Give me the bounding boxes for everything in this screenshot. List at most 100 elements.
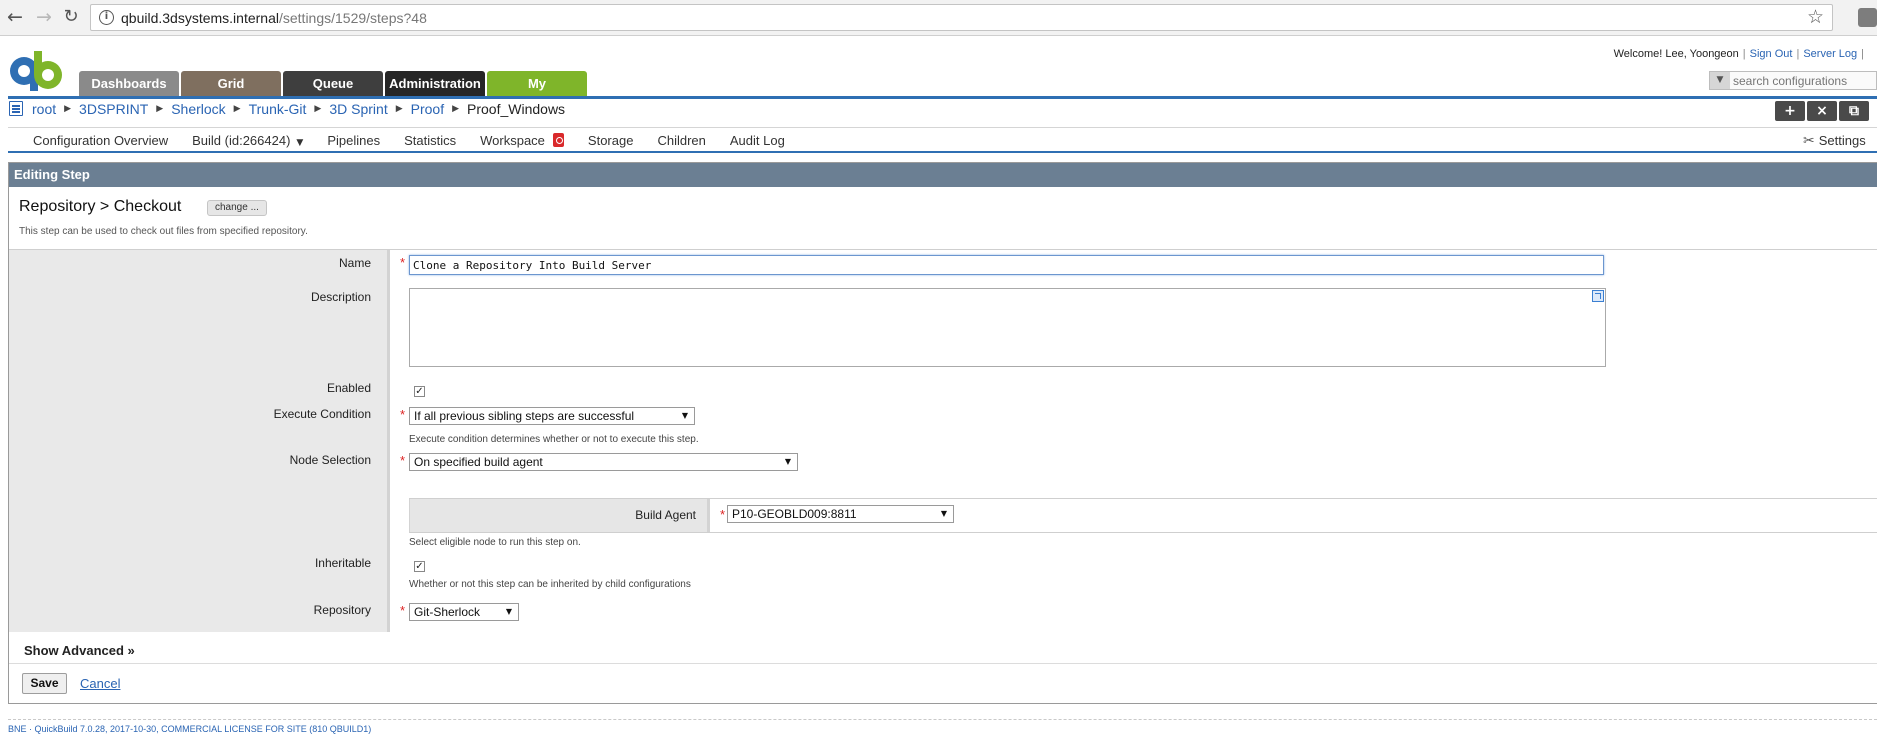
workspace-lock-icon[interactable] <box>552 133 564 147</box>
url-text[interactable]: qbuild.3dsystems.internal/settings/1529/… <box>121 10 427 26</box>
footer-divider <box>8 719 1877 720</box>
node-selection-hint: Select eligible node to run this step on… <box>409 537 581 548</box>
breadcrumb-current: Proof_Windows <box>467 101 566 117</box>
tab-queue[interactable]: Queue <box>283 71 383 96</box>
header-divider <box>8 96 1877 99</box>
subnav-configuration-overview[interactable]: Configuration Overview <box>33 133 168 148</box>
execute-condition-label: Execute Condition <box>273 407 371 421</box>
required-marker: * <box>400 453 406 468</box>
arrow-right-icon[interactable]: → <box>33 6 55 28</box>
subnav-audit-log[interactable]: Audit Log <box>730 133 785 148</box>
required-marker: * <box>400 407 406 422</box>
chevron-down-icon: ▼ <box>940 509 947 518</box>
step-form: Name * Description Enabled ✓ Execute Con… <box>9 249 1877 632</box>
reload-icon[interactable]: ↻ <box>60 6 82 28</box>
sign-out-link[interactable]: Sign Out <box>1750 48 1793 60</box>
server-log-link[interactable]: Server Log <box>1803 48 1857 60</box>
config-list-icon[interactable] <box>9 101 23 116</box>
arrow-left-icon[interactable]: ← <box>4 6 26 28</box>
subnav-statistics[interactable]: Statistics <box>404 133 456 148</box>
chevron-down-icon: ▼ <box>505 607 512 616</box>
repository-select[interactable]: Git-Sherlock ▼ <box>409 603 519 621</box>
breadcrumb-3dsprint[interactable]: 3DSPRINT <box>79 101 148 117</box>
welcome-text: Welcome! Lee, Yoongeon <box>1613 48 1739 60</box>
subnav-children[interactable]: Children <box>657 133 705 148</box>
name-field[interactable] <box>409 255 1604 275</box>
required-marker: * <box>400 603 406 618</box>
tools-icon: ✂ <box>1803 133 1815 149</box>
quickbuild-logo[interactable] <box>8 51 64 91</box>
inheritable-checkbox[interactable]: ✓ <box>414 561 425 572</box>
breadcrumb-sherlock[interactable]: Sherlock <box>171 101 225 117</box>
panel-title: Editing Step <box>9 163 1877 187</box>
expand-editor-icon[interactable] <box>1592 290 1604 302</box>
build-agent-label-column: Build Agent <box>409 499 710 532</box>
inheritable-hint: Whether or not this step can be inherite… <box>409 579 691 590</box>
config-subnav: Configuration Overview Build (id:266424)… <box>33 133 809 148</box>
description-field[interactable] <box>409 288 1606 367</box>
node-selection-label: Node Selection <box>289 453 371 467</box>
breadcrumb-3d-sprint[interactable]: 3D Sprint <box>329 101 387 117</box>
tab-administration[interactable]: Administration <box>385 71 485 96</box>
close-icon[interactable]: × <box>1807 101 1837 121</box>
step-type-title: Repository > Checkout <box>19 198 182 215</box>
repository-value: Git-Sherlock <box>414 605 481 619</box>
step-type-description: This step can be used to check out files… <box>19 226 308 237</box>
chevron-down-icon[interactable]: ▼ <box>1710 72 1730 89</box>
subnav-build-label: Build (id:266424) <box>192 133 291 148</box>
subnav-storage[interactable]: Storage <box>588 133 634 148</box>
config-toolbar: + × ⧉ <box>1775 101 1869 121</box>
enabled-label: Enabled <box>326 381 371 395</box>
editing-step-panel: Editing Step Repository > Checkout chang… <box>8 162 1877 704</box>
build-agent-value: P10-GEOBLD009:8811 <box>732 507 857 521</box>
chevron-down-icon[interactable]: ▼ <box>296 138 303 148</box>
description-label: Description <box>310 290 371 304</box>
copy-icon[interactable]: ⧉ <box>1839 101 1869 121</box>
main-tabs: Dashboards Grid Queue Administration My <box>79 71 587 96</box>
plus-icon[interactable]: + <box>1775 101 1805 121</box>
execute-condition-select[interactable]: If all previous sibling steps are succes… <box>409 407 695 425</box>
subnav-bottom-divider <box>8 151 1877 153</box>
breadcrumb: root ▶ 3DSPRINT ▶ Sherlock ▶ Trunk-Git ▶ 3D … <box>32 101 566 117</box>
browser-toolbar: ← → ↻ i qbuild.3dsystems.internal/settin… <box>0 0 1877 36</box>
label-column <box>9 250 390 632</box>
node-selection-select[interactable]: On specified build agent ▼ <box>409 453 798 471</box>
build-agent-row: Build Agent * P10-GEOBLD009:8811 ▼ <box>409 498 1877 533</box>
required-marker: * <box>400 255 406 270</box>
settings-menu[interactable]: ✂ Settings <box>1803 133 1866 149</box>
subnav-workspace[interactable]: Workspace <box>480 133 564 148</box>
inheritable-label: Inheritable <box>314 556 371 570</box>
execute-condition-value: If all previous sibling steps are succes… <box>414 409 635 423</box>
user-bar: Welcome! Lee, Yoongeon | Sign Out | Server L… <box>1613 48 1864 60</box>
tab-my[interactable]: My <box>487 71 587 96</box>
name-label: Name <box>338 256 371 270</box>
subnav-build[interactable]: Build (id:266424) ▼ <box>192 133 303 148</box>
chevron-down-icon: ▼ <box>681 411 688 420</box>
breadcrumb-trunk-git[interactable]: Trunk-Git <box>249 101 307 117</box>
url-host: qbuild.3dsystems.internal <box>121 10 279 26</box>
tab-grid[interactable]: Grid <box>181 71 281 96</box>
settings-label: Settings <box>1818 133 1866 148</box>
subnav-pipelines[interactable]: Pipelines <box>327 133 380 148</box>
breadcrumb-root[interactable]: root <box>32 101 56 117</box>
enabled-checkbox[interactable]: ✓ <box>414 386 425 397</box>
subnav-workspace-label: Workspace <box>480 133 545 148</box>
breadcrumb-proof[interactable]: Proof <box>411 101 444 117</box>
star-icon[interactable]: ☆ <box>1807 6 1824 28</box>
show-advanced-toggle[interactable]: Show Advanced » <box>24 643 135 658</box>
save-button[interactable]: Save <box>22 673 67 694</box>
repository-label: Repository <box>313 603 371 617</box>
subnav-divider <box>8 127 1877 128</box>
required-marker: * <box>720 507 726 522</box>
cancel-link[interactable]: Cancel <box>80 676 120 691</box>
change-step-type-button[interactable]: change ... <box>207 200 267 216</box>
build-agent-select[interactable]: P10-GEOBLD009:8811 ▼ <box>727 505 954 523</box>
extension-icon[interactable] <box>1858 8 1877 27</box>
search-input[interactable] <box>1733 72 1876 89</box>
chevron-down-icon: ▼ <box>784 457 791 466</box>
address-bar[interactable]: i qbuild.3dsystems.internal/settings/152… <box>90 4 1833 31</box>
url-path: /settings/1529/steps?48 <box>278 10 427 26</box>
execute-condition-hint: Execute condition determines whether or … <box>409 434 699 445</box>
info-icon[interactable]: i <box>99 10 114 25</box>
tab-dashboards[interactable]: Dashboards <box>79 71 179 96</box>
